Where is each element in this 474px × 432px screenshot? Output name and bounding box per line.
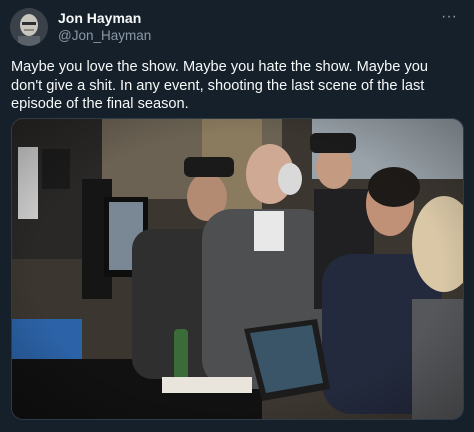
tweet: Jon Hayman @Jon_Hayman ··· Maybe you lov… xyxy=(0,0,474,432)
tweet-photo[interactable] xyxy=(11,118,464,420)
avatar[interactable] xyxy=(10,8,48,46)
author-handle[interactable]: @Jon_Hayman xyxy=(58,28,151,43)
more-horizontal-icon[interactable]: ··· xyxy=(438,8,460,26)
author-name[interactable]: Jon Hayman xyxy=(58,10,141,26)
tweet-text: Maybe you love the show. Maybe you hate … xyxy=(11,59,428,113)
